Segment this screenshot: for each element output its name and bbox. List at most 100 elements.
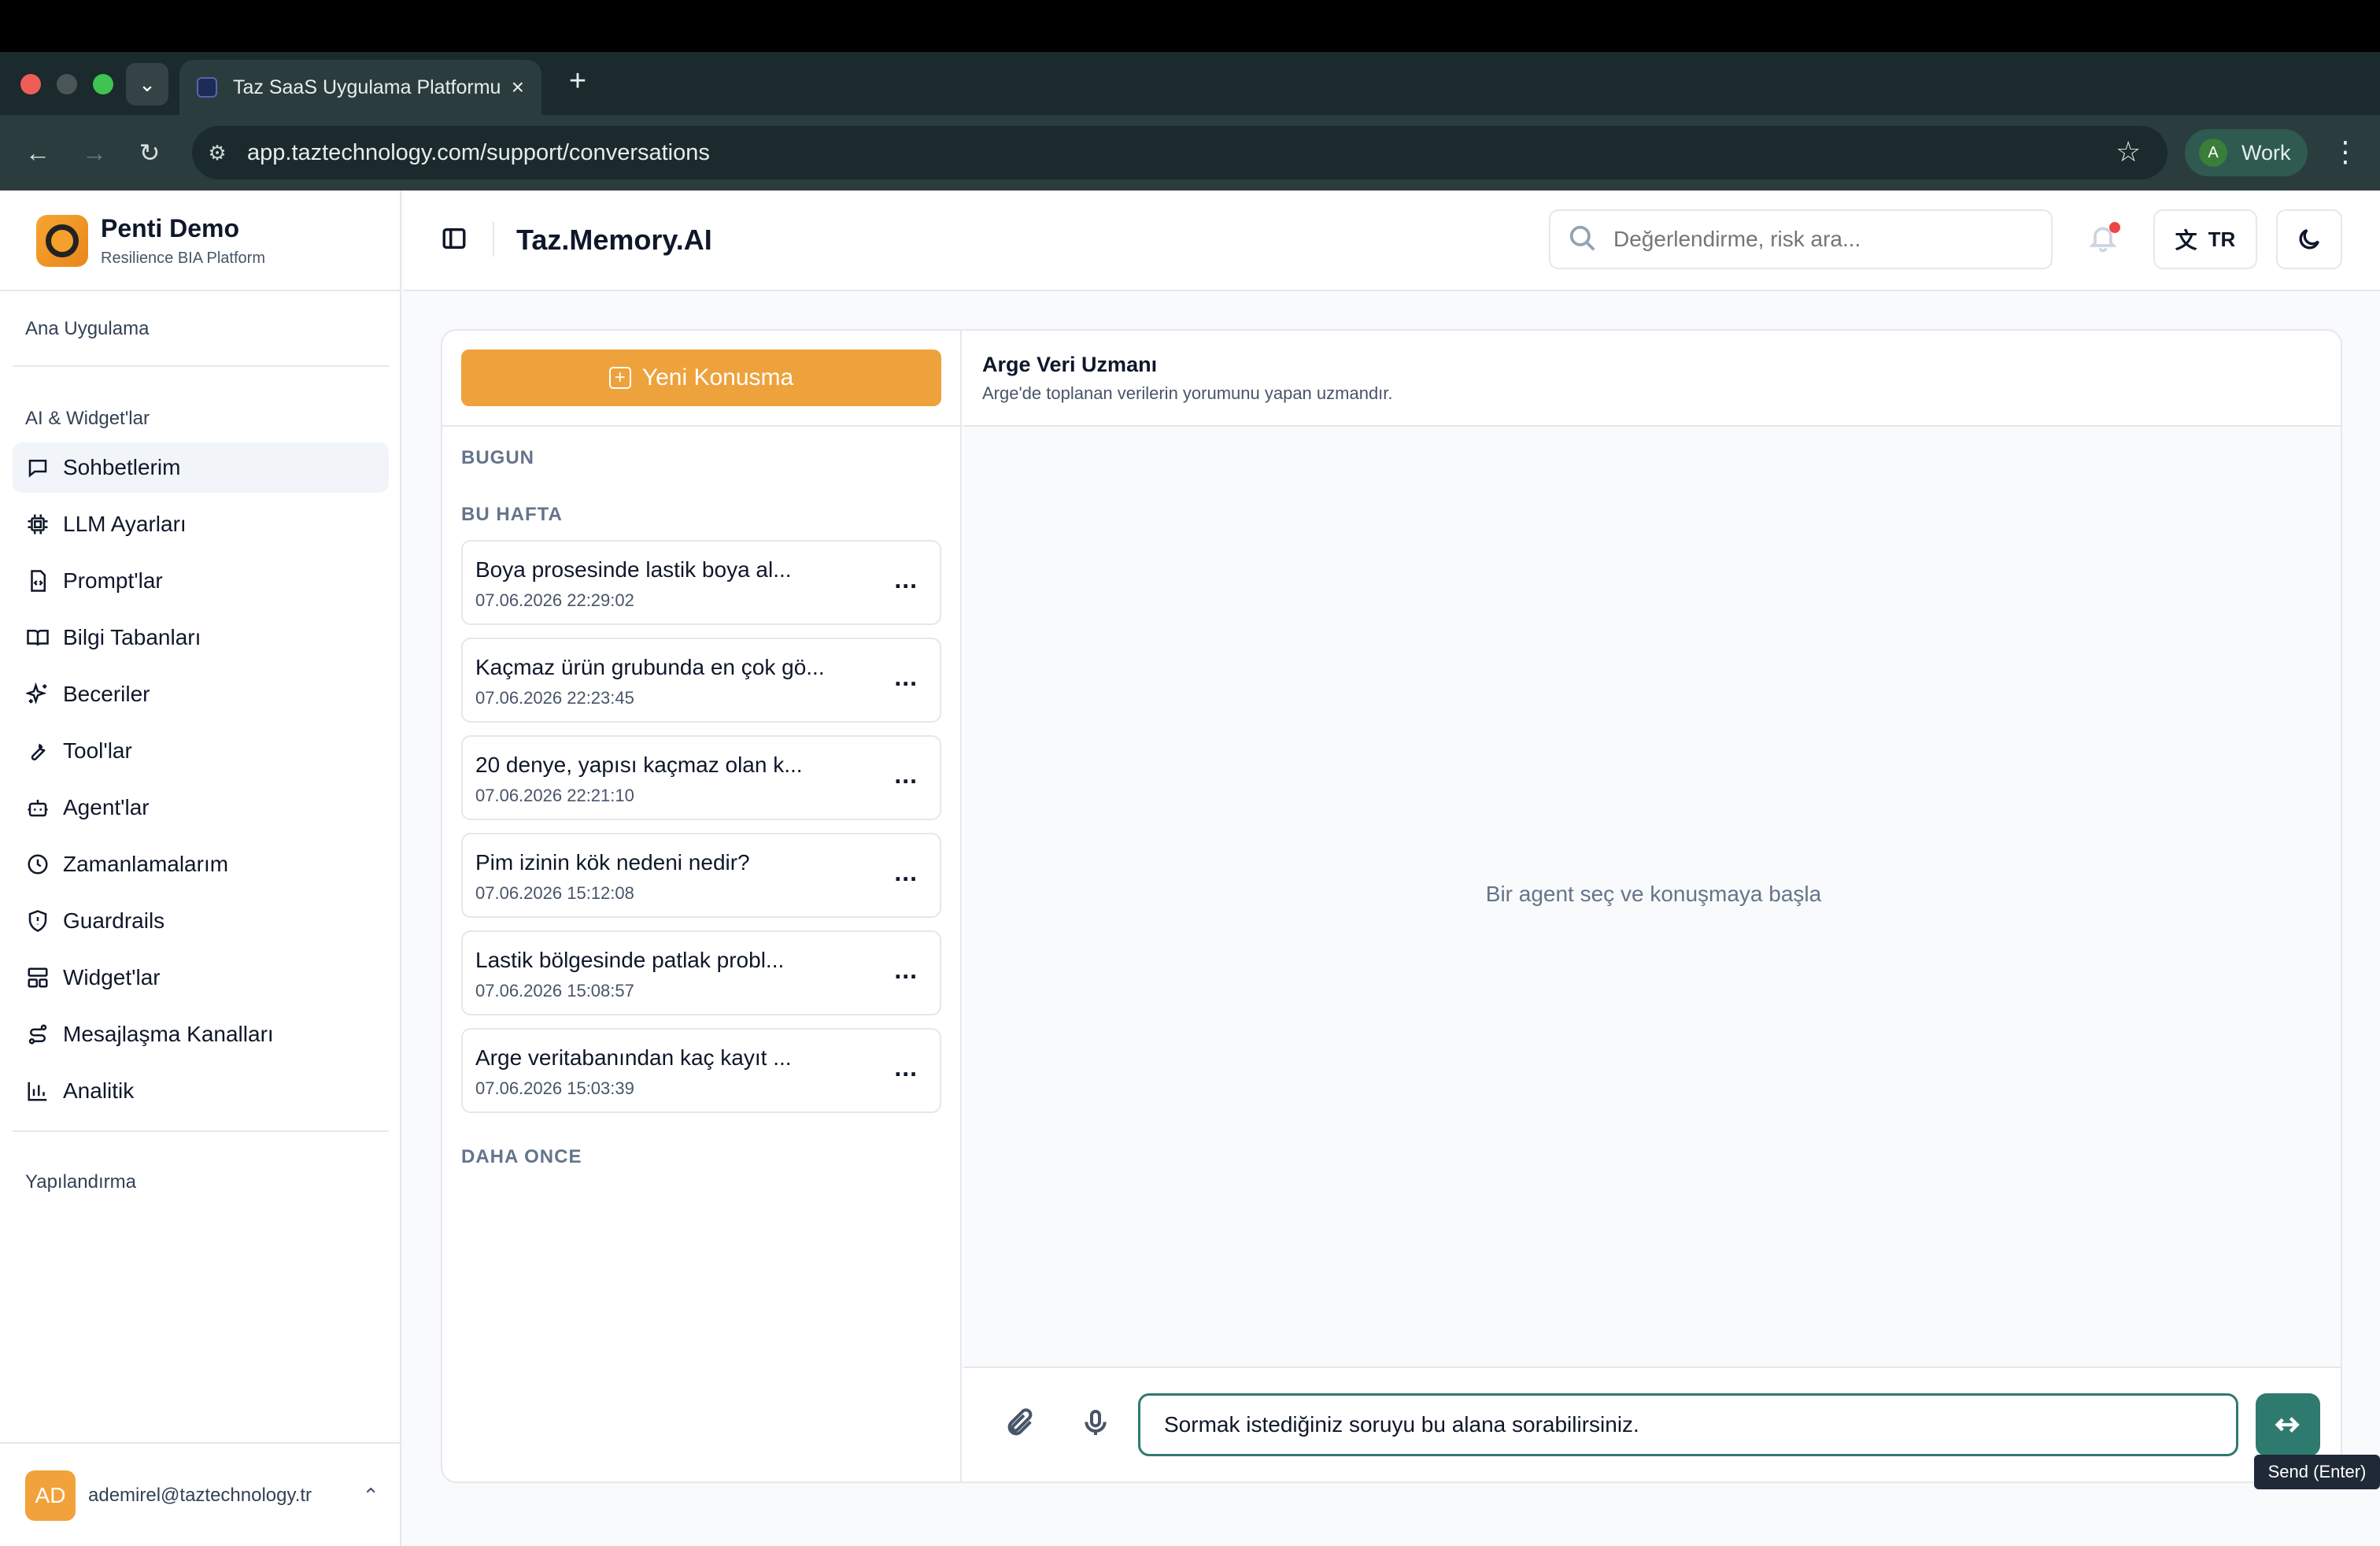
paperclip-icon [1007, 1408, 1033, 1436]
notification-badge [2109, 222, 2120, 233]
bar-chart-icon [25, 1078, 50, 1104]
sidebar-item-promptlar[interactable]: Prompt'lar [13, 556, 389, 606]
more-options-icon[interactable]: ... [894, 760, 918, 790]
sidebar-item-label: Mesajlaşma Kanalları [63, 1022, 274, 1046]
sidebar-item-beceriler[interactable]: Beceriler [13, 669, 389, 719]
sidebar-item-widgetlar[interactable]: Widget'lar [13, 952, 389, 1003]
sidebar-item-sohbetlerim[interactable]: Sohbetlerim [13, 442, 389, 493]
bookmark-star-icon[interactable]: ☆ [2116, 135, 2141, 168]
arrow-left-icon: ← [25, 138, 50, 167]
bot-icon [25, 795, 50, 820]
conversation-title: Kaçmaz ürün grubunda en çok gö... [475, 655, 825, 679]
tab-search-button[interactable]: ⌄ [126, 63, 168, 105]
list-item[interactable]: Boya prosesinde lastik boya al... 07.06.… [461, 540, 941, 625]
site-settings-icon[interactable]: ⚙ [203, 139, 231, 167]
sidebar-item-mesajlasma-kanallari[interactable]: Mesajlaşma Kanalları [13, 1009, 389, 1060]
conversation-time: 07.06.2026 15:08:57 [475, 981, 634, 1000]
chevron-up-icon: ⌃ [362, 1483, 379, 1507]
shield-icon [25, 908, 50, 934]
header-divider [493, 222, 494, 257]
sidebar-item-label: Bilgi Tabanları [63, 625, 201, 649]
window-zoom-button[interactable] [93, 74, 113, 94]
conversation-time: 07.06.2026 15:12:08 [475, 883, 634, 903]
sidebar-item-label: LLM Ayarları [63, 512, 187, 536]
favicon-icon [197, 77, 217, 98]
sidebar-group-config[interactable]: Yapılandırma [25, 1171, 136, 1193]
list-item[interactable]: Pim izinin kök nedeni nedir? 07.06.2026 … [461, 833, 941, 918]
search-input[interactable] [1549, 209, 2053, 269]
more-options-icon[interactable]: ... [894, 663, 918, 692]
conversation-title: Boya prosesinde lastik boya al... [475, 557, 792, 582]
sidebar-item-llm-ayarlari[interactable]: LLM Ayarları [13, 499, 389, 549]
window-close-button[interactable] [20, 74, 41, 94]
more-options-icon[interactable]: ... [894, 565, 918, 594]
user-menu[interactable]: AD ademirel@taztechnology.tr ⌃ [25, 1470, 379, 1521]
browser-tab-active[interactable]: Taz SaaS Uygulama Platformu × [179, 60, 541, 115]
sidebar-group-ai: AI & Widget'lar [25, 408, 150, 429]
more-options-icon[interactable]: ... [894, 1053, 918, 1082]
chat-panel: Arge Veri Uzmanı Arge'de toplanan verile… [963, 331, 2341, 1481]
url-text: app.taztechnology.com/support/conversati… [247, 139, 710, 165]
send-arrow-icon [2275, 1417, 2300, 1433]
brand-subtitle: Resilience BIA Platform [101, 250, 265, 267]
chat-header: Arge Veri Uzmanı Arge'de toplanan verile… [963, 331, 2341, 427]
chat-icon [25, 455, 50, 480]
new-conversation-button[interactable]: + Yeni Konusma [461, 350, 941, 406]
layout-icon [25, 965, 50, 990]
message-composer [963, 1367, 2341, 1481]
address-bar[interactable]: app.taztechnology.com/support/conversati… [192, 126, 2168, 179]
list-item[interactable]: Lastik bölgesinde patlak probl... 07.06.… [461, 930, 941, 1015]
sidebar-item-label: Widget'lar [63, 965, 161, 989]
conversations-card: + Yeni Konusma BUGUN BU HAFTA Boya prose… [441, 329, 2342, 1483]
reload-button[interactable]: ↻ [131, 134, 168, 172]
sidebar-item-toollar[interactable]: Tool'lar [13, 726, 389, 776]
sidebar-item-label: Agent'lar [63, 795, 150, 819]
book-icon [25, 625, 50, 650]
conversation-list-divider [442, 425, 962, 427]
list-item[interactable]: 20 denye, yapısı kaçmaz olan k... 07.06.… [461, 735, 941, 820]
browser-menu-icon[interactable]: ⋮ [2331, 135, 2360, 168]
more-options-icon[interactable]: ... [894, 956, 918, 985]
section-today: BUGUN [461, 447, 534, 468]
profile-button[interactable]: A Work [2185, 129, 2308, 176]
sidebar-item-label: Beceriler [63, 682, 150, 706]
sidebar-item-agentlar[interactable]: Agent'lar [13, 782, 389, 833]
sidebar-toggle-button[interactable] [441, 225, 472, 257]
conversation-time: 07.06.2026 22:21:10 [475, 786, 634, 805]
more-options-icon[interactable]: ... [894, 858, 918, 887]
sidebar-item-bilgi-tabanlari[interactable]: Bilgi Tabanları [13, 612, 389, 663]
sidebar-group-main[interactable]: Ana Uygulama [25, 318, 149, 340]
voice-input-button[interactable] [1080, 1407, 1114, 1442]
sidebar-item-zamanlamalarim[interactable]: Zamanlamalarım [13, 839, 389, 890]
list-item[interactable]: Arge veritabanından kaç kayıt ... 07.06.… [461, 1028, 941, 1113]
language-button[interactable]: 文 TR [2153, 209, 2257, 269]
conversation-list-panel: + Yeni Konusma BUGUN BU HAFTA Boya prose… [442, 331, 962, 1481]
theme-toggle-button[interactable] [2276, 209, 2342, 269]
profile-label: Work [2241, 140, 2291, 165]
new-tab-button[interactable]: + [562, 65, 593, 98]
sidebar-item-analitik[interactable]: Analitik [13, 1066, 389, 1116]
attach-button[interactable] [1004, 1407, 1039, 1442]
brand[interactable]: Penti Demo Resilience BIA Platform [36, 214, 265, 268]
conversation-time: 07.06.2026 22:29:02 [475, 590, 634, 610]
tab-close-icon[interactable]: × [512, 75, 524, 100]
section-this-week: BU HAFTA [461, 504, 563, 525]
conversation-title: Arge veritabanından kaç kayıt ... [475, 1045, 792, 1070]
list-item[interactable]: Kaçmaz ürün grubunda en çok gö... 07.06.… [461, 638, 941, 723]
brand-name: Penti Demo [101, 214, 240, 242]
microphone-icon [1085, 1410, 1107, 1435]
window-minimize-button[interactable] [57, 74, 77, 94]
send-button[interactable] [2256, 1393, 2320, 1456]
panel-left-icon [442, 227, 466, 250]
back-button[interactable]: ← [19, 134, 57, 172]
message-input[interactable] [1138, 1393, 2238, 1456]
reload-icon: ↻ [139, 139, 161, 167]
page-title: Taz.Memory.AI [516, 224, 712, 256]
chevron-down-icon: ⌄ [139, 72, 156, 96]
plus-square-icon: + [608, 367, 631, 389]
sidebar-item-guardrails[interactable]: Guardrails [13, 896, 389, 946]
sidebar-item-label: Tool'lar [63, 738, 132, 763]
forward-button[interactable]: → [76, 134, 113, 172]
language-label: TR [2208, 227, 2236, 251]
agent-name: Arge Veri Uzmanı [982, 353, 1158, 376]
